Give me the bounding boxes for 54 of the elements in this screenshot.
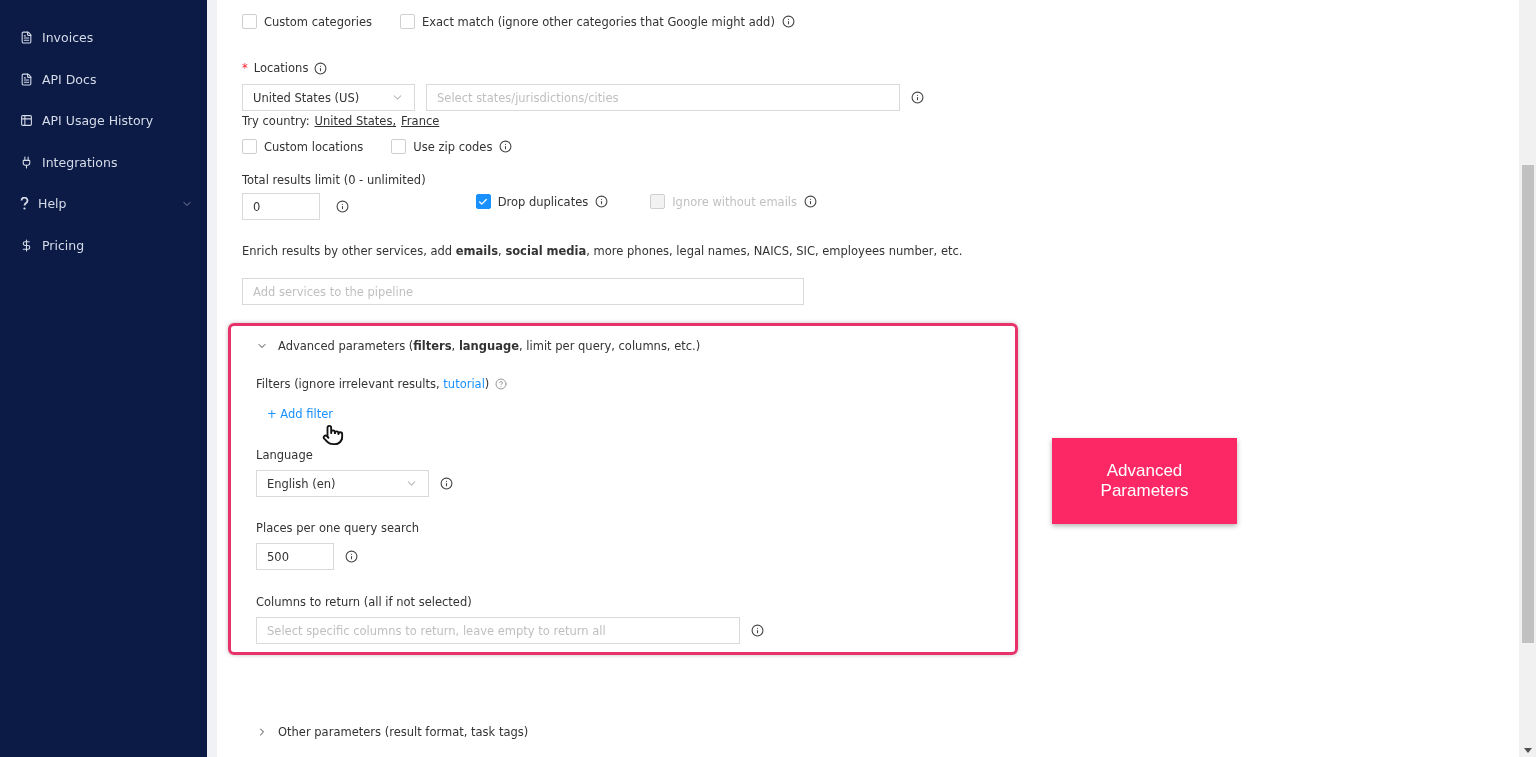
info-icon[interactable] bbox=[499, 140, 513, 153]
field-label: Total results limit (0 - unlimited) bbox=[242, 173, 426, 187]
hand-cursor-icon bbox=[322, 424, 344, 446]
field-label: Locations bbox=[253, 61, 309, 75]
country-link[interactable]: United States, bbox=[314, 114, 397, 128]
info-icon[interactable] bbox=[440, 477, 453, 490]
checkbox[interactable] bbox=[400, 14, 415, 29]
info-icon[interactable] bbox=[345, 550, 358, 563]
scrollbar-thumb[interactable] bbox=[1521, 165, 1534, 643]
sidebar-item[interactable]: Pricing bbox=[0, 224, 207, 266]
country-select[interactable]: United States (US) bbox=[242, 84, 415, 111]
limit-field[interactable]: 0 bbox=[242, 193, 320, 220]
plug-icon bbox=[20, 155, 33, 169]
checkbox[interactable] bbox=[475, 194, 491, 209]
try-country-line: Try country: United States, France bbox=[242, 114, 441, 128]
info-icon[interactable] bbox=[314, 61, 328, 75]
info-icon[interactable] bbox=[336, 200, 349, 213]
checkbox[interactable] bbox=[391, 139, 407, 154]
sidebar-item[interactable]: Help bbox=[0, 183, 207, 225]
info-icon[interactable] bbox=[781, 15, 795, 28]
dollar-icon bbox=[20, 238, 33, 252]
field-label: Language bbox=[256, 448, 314, 462]
checkbox-label: Exact match (ignore other categories that Google might add) bbox=[422, 14, 775, 29]
sidebar-item[interactable]: Integrations bbox=[0, 141, 207, 183]
sidebar-item[interactable]: API Docs bbox=[0, 58, 207, 100]
callout-label: Advanced Parameters bbox=[1052, 438, 1237, 524]
enrich-description: Enrich results by other services, add emails, social media, more phones, legal names, NAICS, SIC, employees number, etc. bbox=[242, 244, 964, 258]
places-field[interactable]: 500 bbox=[256, 543, 334, 570]
info-icon[interactable] bbox=[911, 91, 924, 104]
question-mark-icon bbox=[20, 197, 29, 211]
sidebar-item[interactable]: API Usage History bbox=[0, 100, 207, 142]
section-title[interactable]: Other parameters (result format, task tags) bbox=[278, 725, 529, 739]
section-title[interactable]: Advanced parameters (filters, language, limit per query, columns, etc.) bbox=[278, 339, 701, 353]
field-label: Places per one query search bbox=[256, 521, 421, 535]
checkbox-label: Use zip codes bbox=[413, 139, 493, 154]
checkbox-label: Drop duplicates bbox=[497, 194, 589, 209]
document-icon bbox=[20, 31, 33, 45]
filters-description: Filters (ignore irrelevant results, tutorial) bbox=[256, 377, 490, 391]
table-icon bbox=[20, 114, 33, 128]
sidebar-item[interactable]: Invoices bbox=[0, 17, 207, 59]
info-icon[interactable] bbox=[751, 624, 764, 637]
checkbox[interactable] bbox=[242, 14, 257, 29]
checkbox-label: Ignore without emails bbox=[672, 194, 798, 209]
check-icon bbox=[478, 196, 489, 207]
scroll-down-icon[interactable] bbox=[1523, 748, 1532, 753]
country-link[interactable]: France bbox=[401, 114, 440, 128]
checkbox-label: Custom locations bbox=[264, 139, 364, 154]
field-label: Columns to return (all if not selected) bbox=[256, 595, 473, 609]
info-icon[interactable] bbox=[595, 195, 609, 208]
document-icon bbox=[20, 72, 33, 86]
checkbox[interactable] bbox=[242, 139, 257, 154]
required-mark: * bbox=[242, 61, 248, 75]
checkbox-label: Custom categories bbox=[264, 14, 372, 29]
language-select[interactable]: English (en) bbox=[256, 470, 429, 497]
